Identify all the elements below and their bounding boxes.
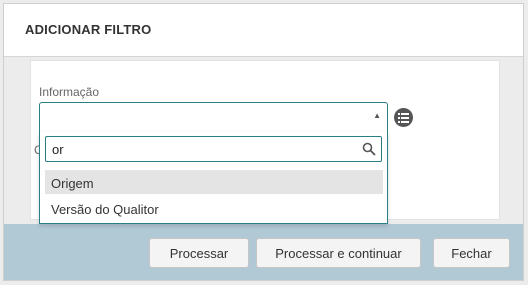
dialog-title: ADICIONAR FILTRO <box>25 22 152 37</box>
dialog-footer: Processar Processar e continuar Fechar <box>4 224 523 280</box>
select-dropdown: Origem Versão do Qualitor <box>39 132 388 224</box>
informacao-select[interactable]: ▲ <box>39 102 388 132</box>
dropdown-option-origem[interactable]: Origem <box>45 170 383 194</box>
processar-e-continuar-button[interactable]: Processar e continuar <box>256 238 421 268</box>
dropdown-search-input[interactable] <box>45 136 382 162</box>
search-icon <box>362 142 376 156</box>
list-icon[interactable] <box>394 108 413 127</box>
processar-button[interactable]: Processar <box>149 238 249 268</box>
field-label-informacao: Informação <box>39 85 100 99</box>
dropdown-option-versao-do-qualitor[interactable]: Versão do Qualitor <box>45 196 383 220</box>
dialog-header: ADICIONAR FILTRO <box>4 4 523 57</box>
fechar-button[interactable]: Fechar <box>433 238 510 268</box>
chevron-up-icon[interactable]: ▲ <box>373 111 381 120</box>
